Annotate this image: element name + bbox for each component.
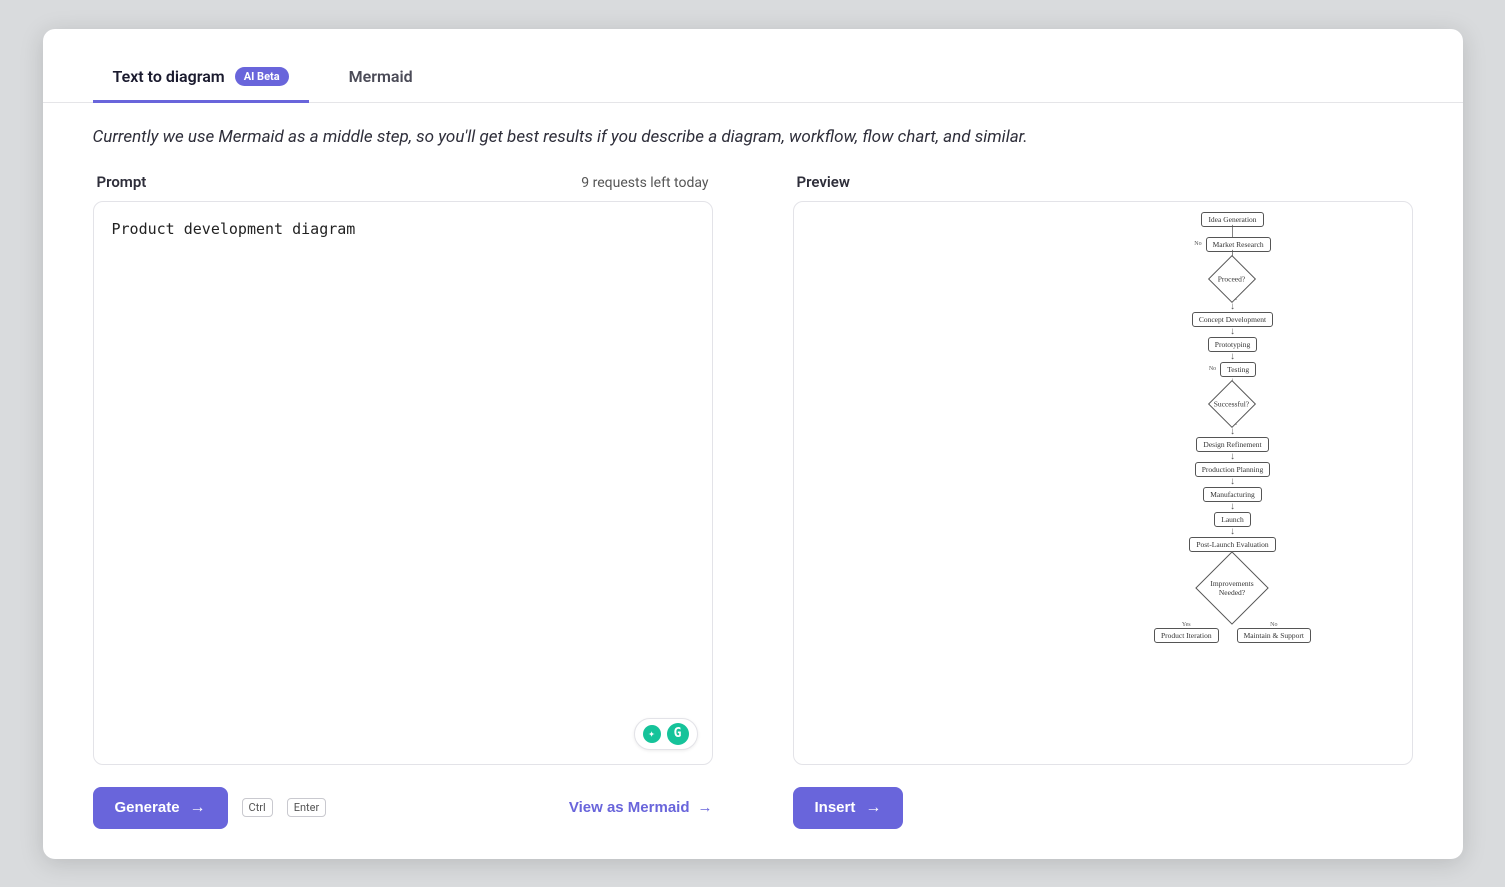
tab-label: Text to diagram bbox=[113, 67, 225, 86]
arrow-down-icon: ↓ bbox=[1230, 452, 1235, 462]
grammarly-tone-icon: ✦ bbox=[643, 725, 661, 743]
text-to-diagram-modal: Text to diagram AI Beta Mermaid Currentl… bbox=[43, 29, 1463, 859]
hint-text: Currently we use Mermaid as a middle ste… bbox=[43, 103, 1463, 157]
insert-label: Insert bbox=[815, 799, 856, 816]
tab-label: Mermaid bbox=[349, 67, 413, 86]
tab-text-to-diagram[interactable]: Text to diagram AI Beta bbox=[93, 59, 309, 103]
arrow-down-icon: │ bbox=[1229, 227, 1236, 237]
node-postlaunch: Post-Launch Evaluation bbox=[1189, 537, 1275, 552]
generate-label: Generate bbox=[115, 799, 180, 816]
kbd-ctrl: Ctrl bbox=[242, 798, 273, 817]
generate-button[interactable]: Generate → bbox=[93, 787, 228, 829]
ai-beta-badge: AI Beta bbox=[235, 67, 289, 86]
node-planning: Production Planning bbox=[1195, 462, 1270, 477]
grammarly-icon: G bbox=[667, 723, 689, 745]
arrow-down-icon: ↓ bbox=[1230, 352, 1235, 362]
arrow-down-icon: ↓ bbox=[1230, 302, 1235, 312]
node-proto: Prototyping bbox=[1208, 337, 1257, 352]
node-idea: Idea Generation bbox=[1201, 212, 1263, 227]
preview-column: Preview Idea Generation │ No Market Rese… bbox=[793, 167, 1413, 829]
edge-yes-label: Yes bbox=[1182, 622, 1191, 628]
edge-no-label: No bbox=[1194, 241, 1201, 247]
node-manufacturing: Manufacturing bbox=[1203, 487, 1262, 502]
node-maintain: Maintain & Support bbox=[1237, 628, 1311, 643]
node-success: Successful? bbox=[1208, 379, 1256, 427]
node-iteration: Product Iteration bbox=[1154, 628, 1219, 643]
preview-footer: Insert → bbox=[793, 765, 1413, 829]
grammarly-widget[interactable]: ✦ G bbox=[634, 718, 698, 750]
arrow-down-icon: ↓ bbox=[1230, 527, 1235, 537]
prompt-column: Prompt 9 requests left today Product dev… bbox=[93, 167, 713, 829]
node-research: Market Research bbox=[1206, 237, 1271, 252]
preview-header: Preview bbox=[793, 167, 1413, 201]
arrow-down-icon: ↓ bbox=[1230, 427, 1235, 437]
node-refine: Design Refinement bbox=[1196, 437, 1268, 452]
prompt-label: Prompt bbox=[97, 173, 147, 191]
requests-left: 9 requests left today bbox=[581, 175, 708, 191]
node-improve: Improvements Needed? bbox=[1196, 551, 1270, 625]
node-proceed: Proceed? bbox=[1208, 254, 1256, 302]
insert-button[interactable]: Insert → bbox=[793, 787, 904, 829]
content-area: Prompt 9 requests left today Product dev… bbox=[43, 157, 1463, 859]
node-launch: Launch bbox=[1214, 512, 1251, 527]
arrow-right-icon: → bbox=[865, 799, 881, 817]
preview-canvas[interactable]: Idea Generation │ No Market Research │ P… bbox=[793, 201, 1413, 765]
prompt-header: Prompt 9 requests left today bbox=[93, 167, 713, 201]
arrow-right-icon: → bbox=[190, 799, 206, 817]
arrow-down-icon: ↓ bbox=[1230, 477, 1235, 487]
edge-no-label: No bbox=[1270, 622, 1277, 628]
prompt-footer: Generate → Ctrl Enter View as Mermaid → bbox=[93, 765, 713, 829]
prompt-value: Product development diagram bbox=[112, 220, 694, 238]
kbd-enter: Enter bbox=[287, 798, 327, 817]
preview-label: Preview bbox=[797, 173, 850, 191]
prompt-input[interactable]: Product development diagram ✦ G bbox=[93, 201, 713, 765]
view-mermaid-label: View as Mermaid bbox=[569, 799, 690, 816]
arrow-down-icon: ↓ bbox=[1230, 327, 1235, 337]
tab-bar: Text to diagram AI Beta Mermaid bbox=[43, 29, 1463, 103]
arrow-right-icon: → bbox=[698, 799, 713, 816]
arrow-down-icon: ↓ bbox=[1230, 502, 1235, 512]
flowchart: Idea Generation │ No Market Research │ P… bbox=[1154, 212, 1311, 643]
node-concept: Concept Development bbox=[1192, 312, 1273, 327]
tab-mermaid[interactable]: Mermaid bbox=[329, 59, 433, 103]
edge-no-label: No bbox=[1209, 366, 1216, 372]
node-testing: Testing bbox=[1220, 362, 1256, 377]
view-as-mermaid-button[interactable]: View as Mermaid → bbox=[569, 799, 713, 816]
